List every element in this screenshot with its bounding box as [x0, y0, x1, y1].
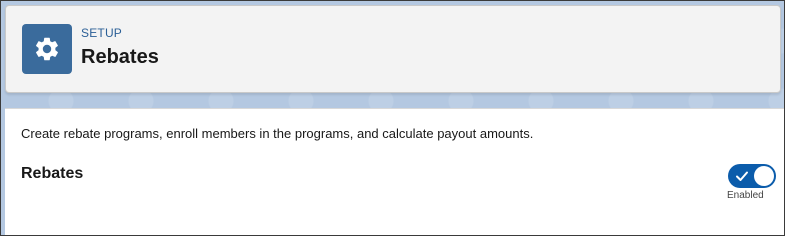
page-header: SETUP Rebates	[5, 5, 781, 93]
toggle-state-label: Enabled	[727, 190, 764, 201]
breadcrumb-setup: SETUP	[81, 26, 123, 40]
page-frame: SETUP Rebates Create rebate programs, en…	[0, 0, 785, 236]
feature-description: Create rebate programs, enroll members i…	[21, 126, 534, 141]
gear-icon	[22, 24, 72, 74]
toggle-knob	[754, 166, 774, 186]
settings-panel: Create rebate programs, enroll members i…	[5, 108, 784, 235]
rebates-enabled-toggle[interactable]	[728, 164, 776, 188]
page-title: Rebates	[81, 46, 159, 68]
setting-label-rebates: Rebates	[21, 165, 84, 182]
checkmark-icon	[736, 171, 748, 181]
